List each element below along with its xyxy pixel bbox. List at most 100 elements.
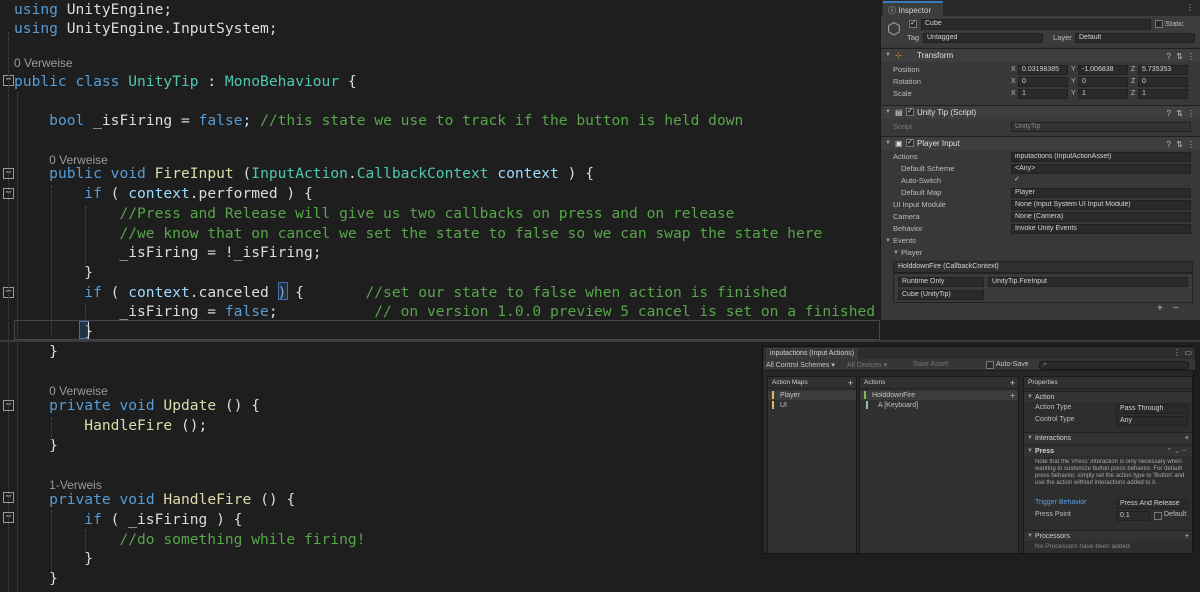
script-header[interactable]: ▼ ▤ ✓ Unity Tip (Script) ? ⇅ ⋮	[881, 105, 1200, 119]
processors-section[interactable]: ▼ Processors +	[1024, 530, 1192, 541]
events-player-row[interactable]: ▼ Player	[881, 247, 1200, 259]
help-icon[interactable]: ?	[1167, 50, 1171, 63]
code-line[interactable]: //Press and Release will give us two cal…	[14, 204, 894, 224]
events-row[interactable]: ▼ Events	[881, 235, 1200, 247]
search-input[interactable]: ⌕	[1039, 361, 1189, 370]
code-token: UnityTip	[128, 73, 199, 90]
code-line[interactable]	[14, 131, 894, 151]
tab-inspector[interactable]: ⓘ Inspector	[883, 1, 943, 16]
transform-z-field[interactable]: 0	[1138, 77, 1188, 87]
add-interaction-button[interactable]: +	[1185, 433, 1189, 444]
maximize-icon[interactable]: ▭	[1184, 348, 1192, 357]
interactions-section[interactable]: ▼ Interactions +	[1024, 432, 1192, 443]
transform-y-field[interactable]: 1	[1078, 89, 1128, 99]
code-line[interactable]: using UnityEngine.InputSystem;	[14, 19, 894, 39]
press-interaction[interactable]: ▼ Press ⌃ ⌄ −	[1024, 445, 1192, 456]
transform-y-field[interactable]: 0	[1078, 77, 1128, 87]
code-line[interactable]: 0 Verweise	[14, 53, 894, 73]
player-input-row-value[interactable]: <Any>	[1011, 164, 1191, 174]
presets-icon[interactable]: ⇅	[1176, 138, 1183, 151]
add-binding-button[interactable]: +	[1010, 391, 1015, 400]
player-input-row-value[interactable]: ✓	[1011, 176, 1191, 186]
code-line[interactable]: public class UnityTip : MonoBehaviour {	[14, 72, 894, 92]
control-schemes-dropdown[interactable]: All Control Schemes ▾	[766, 361, 835, 369]
context-menu-icon[interactable]: ⋮	[1187, 138, 1195, 151]
devices-dropdown[interactable]: All Devices ▾	[847, 361, 887, 369]
save-asset-button[interactable]: Save Asset	[913, 361, 948, 368]
script-enabled-checkbox[interactable]: ✓	[906, 108, 914, 116]
player-input-enabled-checkbox[interactable]: ✓	[906, 139, 914, 147]
code-line[interactable]: _isFiring = !_isFiring;	[14, 243, 894, 263]
binding-a-keyboard[interactable]: A [Keyboard]	[860, 401, 1018, 410]
action-type-dropdown[interactable]: Pass Through	[1116, 404, 1188, 414]
help-icon[interactable]: ?	[1167, 107, 1171, 120]
foldout-arrow-icon[interactable]: ▼	[885, 106, 891, 119]
context-menu-icon[interactable]: ⋮	[1187, 107, 1195, 120]
foldout-arrow-icon[interactable]: ▼	[893, 247, 899, 259]
split-divider[interactable]	[0, 340, 1200, 342]
static-checkbox[interactable]	[1155, 20, 1163, 28]
context-menu-icon[interactable]: ⋮	[1187, 50, 1195, 63]
action-section[interactable]: ▼ Action	[1024, 391, 1192, 402]
target-object-field[interactable]: Cube (UnityTip)	[898, 290, 984, 300]
code-line[interactable]: _isFiring = false; // on version 1.0.0 p…	[14, 302, 936, 322]
player-input-header[interactable]: ▼ ▣ ✓ Player Input ? ⇅ ⋮	[881, 136, 1200, 150]
transform-x-field[interactable]: 0.03198385	[1018, 65, 1068, 75]
foldout-arrow-icon[interactable]: ▼	[885, 49, 891, 62]
foldout-arrow-icon[interactable]: ▼	[885, 137, 891, 150]
action-holddownfire[interactable]: HolddownFire +	[860, 391, 1018, 400]
input-actions-tab[interactable]: inputactions (Input Actions)	[766, 348, 859, 359]
code-line[interactable]: if ( context.canceled ) { //set our stat…	[14, 283, 894, 303]
active-checkbox[interactable]: ✓	[909, 20, 917, 28]
code-line[interactable]: }	[14, 569, 894, 589]
transform-x-field[interactable]: 0	[1018, 77, 1068, 87]
add-processor-button[interactable]: +	[1185, 531, 1189, 542]
transform-z-field[interactable]: 5.735353	[1138, 65, 1188, 75]
object-name-field[interactable]: Cube	[921, 19, 1151, 30]
help-icon[interactable]: ?	[1167, 138, 1171, 151]
code-line[interactable]: if ( context.performed ) {	[14, 184, 894, 204]
add-event-button[interactable]: +	[1157, 303, 1163, 314]
code-line[interactable]: }	[14, 263, 894, 283]
control-type-dropdown[interactable]: Any	[1116, 416, 1188, 426]
player-input-row-value[interactable]: Invoke Unity Events	[1011, 224, 1191, 234]
add-action-button[interactable]: +	[1010, 377, 1015, 389]
foldout-arrow-icon[interactable]: ▼	[885, 235, 891, 247]
auto-save-checkbox[interactable]	[986, 361, 994, 369]
runtime-dropdown[interactable]: Runtime Only	[898, 277, 984, 287]
kebab-menu-icon[interactable]: ⋮	[1173, 348, 1181, 357]
function-dropdown[interactable]: UnityTip.FireInput	[988, 277, 1188, 287]
transform-header[interactable]: ▼ ⊹ Transform ? ⇅ ⋮	[881, 48, 1200, 62]
press-point-field[interactable]: 0.1	[1116, 511, 1150, 521]
indent-guide	[17, 92, 18, 592]
player-input-row-value[interactable]: Player	[1011, 188, 1191, 198]
transform-z-field[interactable]: 1	[1138, 89, 1188, 99]
foldout-arrow-icon[interactable]: ▼	[1027, 433, 1033, 444]
kebab-menu-icon[interactable]: ⋮	[1186, 3, 1194, 12]
foldout-arrow-icon[interactable]: ▼	[1027, 446, 1033, 457]
code-line[interactable]: //we know that on cancel we set the stat…	[14, 224, 894, 244]
foldout-arrow-icon[interactable]: ▼	[1027, 531, 1033, 542]
player-input-row-value[interactable]: inputactions (InputActionAsset)	[1011, 152, 1191, 162]
transform-y-field[interactable]: -1.006838	[1078, 65, 1128, 75]
presets-icon[interactable]: ⇅	[1176, 107, 1183, 120]
remove-event-button[interactable]: −	[1173, 303, 1179, 314]
player-input-row-value[interactable]: None (Input System UI Input Module)	[1011, 200, 1191, 210]
codelens-reference-count[interactable]: 0 Verweise	[14, 56, 73, 70]
presets-icon[interactable]: ⇅	[1176, 50, 1183, 63]
layer-dropdown[interactable]: Default	[1075, 33, 1195, 43]
trigger-behavior-dropdown[interactable]: Press And Release	[1116, 499, 1188, 509]
default-checkbox[interactable]	[1154, 512, 1162, 520]
add-action-map-button[interactable]: +	[848, 377, 853, 389]
code-line[interactable]: public void FireInput (InputAction.Callb…	[14, 164, 894, 184]
action-map-ui[interactable]: UI	[768, 401, 856, 410]
foldout-arrow-icon[interactable]: ▼	[1027, 392, 1033, 403]
code-line[interactable]: using UnityEngine;	[14, 0, 894, 20]
action-map-player[interactable]: Player	[768, 391, 856, 400]
player-input-row-value[interactable]: None (Camera)	[1011, 212, 1191, 222]
reorder-icons[interactable]: ⌃ ⌄ −	[1166, 446, 1186, 457]
code-line[interactable]: bool _isFiring = false; //this state we …	[14, 111, 894, 131]
tag-dropdown[interactable]: Untagged	[923, 33, 1043, 43]
code-line[interactable]	[14, 92, 894, 112]
transform-x-field[interactable]: 1	[1018, 89, 1068, 99]
